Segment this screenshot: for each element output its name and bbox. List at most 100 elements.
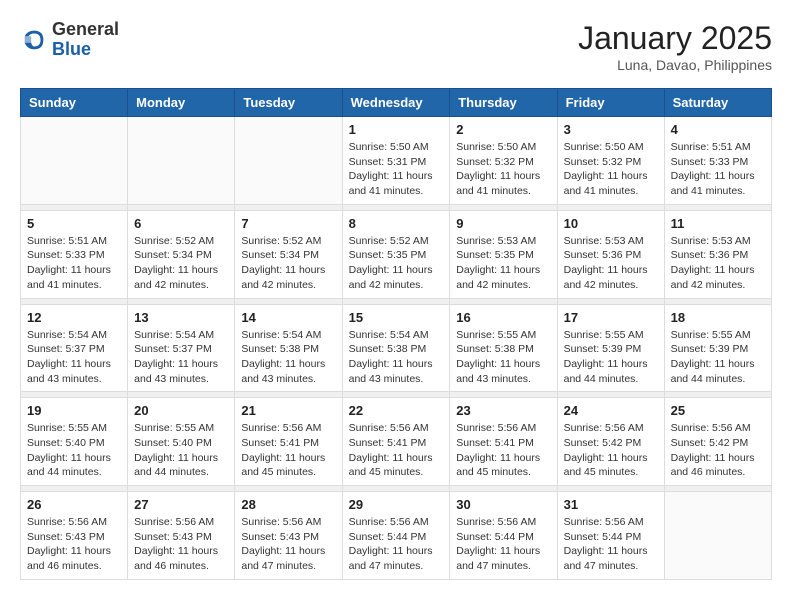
day-cell: 13 Sunrise: 5:54 AM Sunset: 5:37 PM Dayli… [128, 304, 235, 392]
day-info: Sunrise: 5:56 AM Sunset: 5:44 PM Dayligh… [456, 515, 550, 574]
day-info: Sunrise: 5:50 AM Sunset: 5:32 PM Dayligh… [564, 140, 658, 199]
day-cell: 22Sunrise: 5:56 AM Sunset: 5:41 PM Dayli… [342, 398, 450, 486]
day-info: Sunrise: 5:51 AM Sunset: 5:33 PM Dayligh… [27, 234, 121, 293]
day-cell: 24 Sunrise: 5:56 AM Sunset: 5:42 PM Dayli… [557, 398, 664, 486]
day-info: Sunrise: 5:56 AM Sunset: 5:43 PM Dayligh… [134, 515, 228, 574]
weekday-header-tuesday: Tuesday [235, 89, 342, 117]
day-cell: 9Sunrise: 5:53 AM Sunset: 5:35 PM Daylig… [450, 210, 557, 298]
day-number: 18 [671, 310, 765, 325]
day-number: 31 [564, 497, 658, 512]
day-number: 29 [349, 497, 444, 512]
day-cell: 3Sunrise: 5:50 AM Sunset: 5:32 PM Daylig… [557, 117, 664, 205]
day-number: 28 [241, 497, 335, 512]
day-info: Sunrise: 5:52 AM Sunset: 5:35 PM Dayligh… [349, 234, 444, 293]
day-info: Sunrise: 5:52 AM Sunset: 5:34 PM Dayligh… [241, 234, 335, 293]
day-cell [128, 117, 235, 205]
location: Luna, Davao, Philippines [578, 57, 772, 73]
day-cell: 23 Sunrise: 5:56 AM Sunset: 5:41 PM Dayli… [450, 398, 557, 486]
day-cell: 5 Sunrise: 5:51 AM Sunset: 5:33 PM Daylig… [21, 210, 128, 298]
day-cell: 28 Sunrise: 5:56 AM Sunset: 5:43 PM Dayli… [235, 492, 342, 580]
day-info: Sunrise: 5:56 AM Sunset: 5:44 PM Dayligh… [349, 515, 444, 574]
day-number: 6 [134, 216, 228, 231]
day-cell: 15 Sunrise: 5:54 AM Sunset: 5:38 PM Dayli… [342, 304, 450, 392]
weekday-header-sunday: Sunday [21, 89, 128, 117]
day-info: Sunrise: 5:54 AM Sunset: 5:37 PM Dayligh… [134, 328, 228, 387]
day-info: Sunrise: 5:56 AM Sunset: 5:41 PM Dayligh… [456, 421, 550, 480]
day-number: 11 [671, 216, 765, 231]
day-cell: 18 Sunrise: 5:55 AM Sunset: 5:39 PM Dayli… [664, 304, 771, 392]
weekday-header-wednesday: Wednesday [342, 89, 450, 117]
day-info: Sunrise: 5:50 AM Sunset: 5:31 PM Dayligh… [349, 140, 444, 199]
day-number: 10 [564, 216, 658, 231]
day-cell: 8Sunrise: 5:52 AM Sunset: 5:35 PM Daylig… [342, 210, 450, 298]
day-cell [21, 117, 128, 205]
logo-text: General Blue [52, 20, 119, 60]
day-number: 24 [564, 403, 658, 418]
weekday-header-friday: Friday [557, 89, 664, 117]
day-number: 5 [27, 216, 121, 231]
day-info: Sunrise: 5:56 AM Sunset: 5:44 PM Dayligh… [564, 515, 658, 574]
day-cell: 27 Sunrise: 5:56 AM Sunset: 5:43 PM Dayli… [128, 492, 235, 580]
day-cell: 16Sunrise: 5:55 AM Sunset: 5:38 PM Dayli… [450, 304, 557, 392]
day-info: Sunrise: 5:54 AM Sunset: 5:38 PM Dayligh… [349, 328, 444, 387]
day-number: 15 [349, 310, 444, 325]
weekday-header-row: SundayMondayTuesdayWednesdayThursdayFrid… [21, 89, 772, 117]
day-number: 4 [671, 122, 765, 137]
day-number: 20 [134, 403, 228, 418]
day-info: Sunrise: 5:52 AM Sunset: 5:34 PM Dayligh… [134, 234, 228, 293]
day-info: Sunrise: 5:55 AM Sunset: 5:40 PM Dayligh… [27, 421, 121, 480]
day-info: Sunrise: 5:56 AM Sunset: 5:42 PM Dayligh… [671, 421, 765, 480]
title-block: January 2025 Luna, Davao, Philippines [578, 20, 772, 73]
day-cell: 10 Sunrise: 5:53 AM Sunset: 5:36 PM Dayli… [557, 210, 664, 298]
day-number: 27 [134, 497, 228, 512]
day-cell: 21 Sunrise: 5:56 AM Sunset: 5:41 PM Dayli… [235, 398, 342, 486]
day-number: 19 [27, 403, 121, 418]
day-number: 14 [241, 310, 335, 325]
week-row-4: 19 Sunrise: 5:55 AM Sunset: 5:40 PM Dayli… [21, 398, 772, 486]
day-cell: 29 Sunrise: 5:56 AM Sunset: 5:44 PM Dayli… [342, 492, 450, 580]
calendar: SundayMondayTuesdayWednesdayThursdayFrid… [20, 88, 772, 580]
day-cell: 25 Sunrise: 5:56 AM Sunset: 5:42 PM Dayli… [664, 398, 771, 486]
day-info: Sunrise: 5:55 AM Sunset: 5:39 PM Dayligh… [564, 328, 658, 387]
day-info: Sunrise: 5:56 AM Sunset: 5:43 PM Dayligh… [27, 515, 121, 574]
day-cell: 30 Sunrise: 5:56 AM Sunset: 5:44 PM Dayli… [450, 492, 557, 580]
day-info: Sunrise: 5:54 AM Sunset: 5:37 PM Dayligh… [27, 328, 121, 387]
day-info: Sunrise: 5:56 AM Sunset: 5:41 PM Dayligh… [241, 421, 335, 480]
week-row-3: 12Sunrise: 5:54 AM Sunset: 5:37 PM Dayli… [21, 304, 772, 392]
day-info: Sunrise: 5:56 AM Sunset: 5:42 PM Dayligh… [564, 421, 658, 480]
day-number: 7 [241, 216, 335, 231]
weekday-header-thursday: Thursday [450, 89, 557, 117]
day-cell: 7 Sunrise: 5:52 AM Sunset: 5:34 PM Daylig… [235, 210, 342, 298]
day-cell: 14 Sunrise: 5:54 AM Sunset: 5:38 PM Dayli… [235, 304, 342, 392]
day-number: 2 [456, 122, 550, 137]
day-cell: 26 Sunrise: 5:56 AM Sunset: 5:43 PM Dayli… [21, 492, 128, 580]
week-row-2: 5 Sunrise: 5:51 AM Sunset: 5:33 PM Daylig… [21, 210, 772, 298]
weekday-header-monday: Monday [128, 89, 235, 117]
day-number: 9 [456, 216, 550, 231]
page-header: General Blue January 2025 Luna, Davao, P… [20, 20, 772, 73]
day-cell: 19 Sunrise: 5:55 AM Sunset: 5:40 PM Dayli… [21, 398, 128, 486]
day-number: 1 [349, 122, 444, 137]
day-number: 25 [671, 403, 765, 418]
day-number: 23 [456, 403, 550, 418]
day-number: 22 [349, 403, 444, 418]
day-cell: 17Sunrise: 5:55 AM Sunset: 5:39 PM Dayli… [557, 304, 664, 392]
day-info: Sunrise: 5:56 AM Sunset: 5:43 PM Dayligh… [241, 515, 335, 574]
day-number: 30 [456, 497, 550, 512]
day-cell: 1 Sunrise: 5:50 AM Sunset: 5:31 PM Daylig… [342, 117, 450, 205]
day-info: Sunrise: 5:50 AM Sunset: 5:32 PM Dayligh… [456, 140, 550, 199]
day-cell: 6 Sunrise: 5:52 AM Sunset: 5:34 PM Daylig… [128, 210, 235, 298]
day-cell: 2 Sunrise: 5:50 AM Sunset: 5:32 PM Daylig… [450, 117, 557, 205]
day-number: 26 [27, 497, 121, 512]
day-info: Sunrise: 5:53 AM Sunset: 5:36 PM Dayligh… [671, 234, 765, 293]
logo-icon [20, 26, 48, 54]
day-info: Sunrise: 5:51 AM Sunset: 5:33 PM Dayligh… [671, 140, 765, 199]
day-info: Sunrise: 5:55 AM Sunset: 5:38 PM Dayligh… [456, 328, 550, 387]
day-cell: 12Sunrise: 5:54 AM Sunset: 5:37 PM Dayli… [21, 304, 128, 392]
day-info: Sunrise: 5:55 AM Sunset: 5:39 PM Dayligh… [671, 328, 765, 387]
day-number: 21 [241, 403, 335, 418]
day-info: Sunrise: 5:53 AM Sunset: 5:36 PM Dayligh… [564, 234, 658, 293]
day-info: Sunrise: 5:54 AM Sunset: 5:38 PM Dayligh… [241, 328, 335, 387]
day-number: 13 [134, 310, 228, 325]
day-info: Sunrise: 5:55 AM Sunset: 5:40 PM Dayligh… [134, 421, 228, 480]
